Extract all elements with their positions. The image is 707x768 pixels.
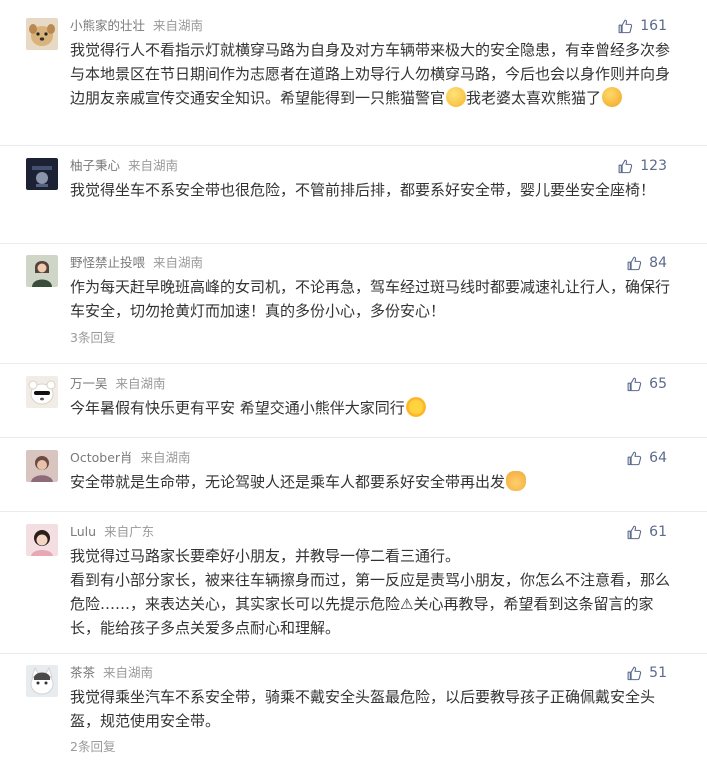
comment-text-main: 今年暑假有快乐更有平安 希望交通小熊伴大家同行 xyxy=(70,399,405,417)
avatar[interactable] xyxy=(26,524,58,556)
avatar[interactable] xyxy=(26,450,58,482)
username[interactable]: 小熊家的壮壮 xyxy=(70,18,145,33)
replies-link[interactable]: 3条回复 xyxy=(70,330,115,346)
comment-item: Lulu 来自广东 61 我觉得过马路家长要牵好小朋友，并教导一停二看三通行。 看… xyxy=(0,524,707,654)
comment-meta: October肖 来自湖南 xyxy=(70,450,191,466)
comment-text: 安全带就是生命带，无论驾驶人还是乘车人都要系好安全带再出发 xyxy=(70,470,670,494)
comment-meta: 柚子秉心 来自湖南 xyxy=(70,158,178,174)
like-count: 65 xyxy=(649,376,667,392)
like-button[interactable]: 161 xyxy=(617,17,667,35)
surprised-emoji xyxy=(602,87,623,107)
location-label: 来自湖南 xyxy=(140,450,191,465)
comment-text: 我觉得行人不看指示灯就横穿马路为自身及对方车辆带来极大的安全隐患，有幸曾经多次参… xyxy=(70,38,670,110)
replies-link[interactable]: 2条回复 xyxy=(70,739,115,755)
like-button[interactable]: 123 xyxy=(617,157,667,175)
avatar[interactable] xyxy=(26,158,58,190)
thumbs-up-icon xyxy=(627,451,642,465)
thumbs-up-icon xyxy=(627,525,642,539)
comment-item: 万一吴 来自湖南 65 今年暑假有快乐更有平安 希望交通小熊伴大家同行 xyxy=(0,376,707,438)
comment-text: 今年暑假有快乐更有平安 希望交通小熊伴大家同行 xyxy=(70,396,670,420)
username[interactable]: 万一吴 xyxy=(70,376,108,391)
comment-meta: 野怪禁止投喂 来自湖南 xyxy=(70,255,203,271)
comment-text-paragraph: 看到有小部分家长，被来往车辆擦身而过，第一反应是责骂小朋友，你怎么不注意看，那么… xyxy=(70,571,671,637)
like-count: 123 xyxy=(640,158,667,174)
like-button[interactable]: 61 xyxy=(626,523,667,541)
like-count: 84 xyxy=(649,255,667,271)
thumbs-up-icon xyxy=(627,666,642,680)
thumbs-up-icon xyxy=(627,256,642,270)
location-label: 来自广东 xyxy=(104,524,155,539)
avatar[interactable] xyxy=(26,255,58,287)
thinking-emoji xyxy=(446,87,467,107)
like-count: 161 xyxy=(640,18,667,34)
comment-text: 作为每天赶早晚班高峰的女司机，不论再急，驾车经过斑马线时都要减速礼让行人，确保行… xyxy=(70,278,671,320)
comment-item: 野怪禁止投喂 来自湖南 84 作为每天赶早晚班高峰的女司机，不论再急，驾车经过斑马… xyxy=(0,255,707,364)
like-button[interactable]: 65 xyxy=(626,375,667,393)
comment-text: 我觉得坐车不系安全带也很危险，不管前排后排，都要系好安全带，婴儿要坐安全座椅！ xyxy=(70,181,656,199)
like-count: 61 xyxy=(649,524,667,540)
like-count: 64 xyxy=(649,450,667,466)
location-label: 来自湖南 xyxy=(153,18,204,33)
location-label: 来自湖南 xyxy=(115,376,166,391)
comment-text: 我觉得过马路家长要牵好小朋友，并教导一停二看三通行。 看到有小部分家长，被来往车… xyxy=(70,544,670,640)
like-count: 51 xyxy=(649,665,667,681)
like-button[interactable]: 51 xyxy=(626,664,667,682)
location-label: 来自湖南 xyxy=(128,158,179,173)
comment-text: 我觉得乘坐汽车不系安全带，骑乘不戴安全头盔最危险，以后要教导孩子正确佩戴安全头盔… xyxy=(70,688,656,730)
username[interactable]: Lulu xyxy=(70,524,96,539)
thumbs-up-icon xyxy=(627,377,642,391)
comment-item: 柚子秉心 来自湖南 123 我觉得坐车不系安全带也很危险，不管前排后排，都要系好安… xyxy=(0,158,707,244)
like-button[interactable]: 84 xyxy=(626,254,667,272)
comment-meta: 茶茶 来自湖南 xyxy=(70,665,153,681)
comment-item: October肖 来自湖南 64 安全带就是生命带，无论驾驶人还是乘车人都要系好安… xyxy=(0,450,707,512)
avatar[interactable] xyxy=(26,376,58,408)
avatar[interactable] xyxy=(26,665,58,697)
username[interactable]: 野怪禁止投喂 xyxy=(70,255,145,270)
avatar[interactable] xyxy=(26,18,58,50)
comment-meta: Lulu 来自广东 xyxy=(70,524,154,540)
username[interactable]: 茶茶 xyxy=(70,665,95,680)
comment-text-line: 我觉得过马路家长要牵好小朋友，并教导一停二看三通行。 xyxy=(70,547,461,565)
like-button[interactable]: 64 xyxy=(626,449,667,467)
comment-text-main: 安全带就是生命带，无论驾驶人还是乘车人都要系好安全带再出发 xyxy=(70,473,506,491)
comment-item: 茶茶 来自湖南 51 我觉得乘坐汽车不系安全带，骑乘不戴安全头盔最危险，以后要教导… xyxy=(0,665,707,768)
location-label: 来自湖南 xyxy=(153,255,204,270)
username[interactable]: 柚子秉心 xyxy=(70,158,120,173)
username[interactable]: October肖 xyxy=(70,450,133,465)
victory-hand-emoji xyxy=(506,471,527,491)
thumbs-up-icon xyxy=(618,19,633,33)
comment-meta: 万一吴 来自湖南 xyxy=(70,376,166,392)
comment-meta: 小熊家的壮壮 来自湖南 xyxy=(70,18,203,34)
thumbs-up-icon xyxy=(618,159,633,173)
comment-item: 小熊家的壮壮 来自湖南 161 我觉得行人不看指示灯就横穿马路为自身及对方车辆带来… xyxy=(0,18,707,146)
comment-text-tail: 我老婆太喜欢熊猫了 xyxy=(466,89,602,107)
sun-emoji xyxy=(405,397,426,417)
location-label: 来自湖南 xyxy=(103,665,154,680)
comment-feed: 小熊家的壮壮 来自湖南 161 我觉得行人不看指示灯就横穿马路为自身及对方车辆带来… xyxy=(0,0,707,768)
